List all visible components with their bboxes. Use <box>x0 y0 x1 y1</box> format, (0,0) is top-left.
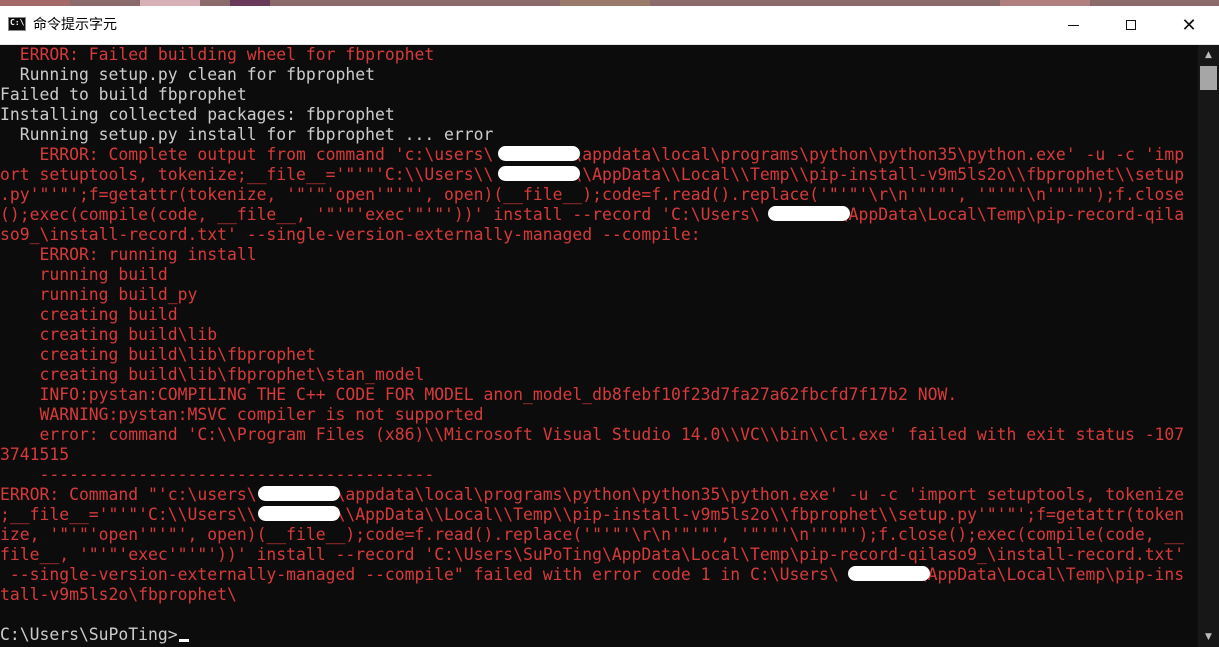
console-line: creating build\lib\fbprophet\stan_model <box>0 365 425 384</box>
console-line: Installing collected packages: fbprophet <box>0 105 395 124</box>
console-line: ;__file__='"'"'C:\\Users\\ \\AppData\\Lo… <box>0 505 1185 524</box>
console-line: ort setuptools, tokenize;__file__='"'"'C… <box>0 165 1185 184</box>
console-line: Running setup.py clean for fbprophet <box>0 65 375 84</box>
redaction-mark <box>498 166 580 181</box>
redaction-mark <box>848 566 930 581</box>
console-line: creating build\lib\fbprophet <box>0 345 316 364</box>
console-line: Running setup.py install for fbprophet .… <box>0 125 494 144</box>
redaction-mark <box>258 506 340 521</box>
text-cursor <box>178 639 189 642</box>
console-line: ERROR: Command "'c:\users\ \appdata\loca… <box>0 485 1185 504</box>
scrollbar-thumb[interactable] <box>1200 66 1217 90</box>
console-line: INFO:pystan:COMPILING THE C++ CODE FOR M… <box>0 385 958 404</box>
console-line: ERROR: Complete output from command 'c:\… <box>0 145 1185 164</box>
title-bar[interactable]: C:\ 命令提示字元 ✕ <box>0 6 1219 45</box>
redaction-mark <box>498 146 580 161</box>
cmd-window: C:\ 命令提示字元 ✕ C:\Users\SuPoTing> tall-v9m5… <box>0 6 1219 647</box>
console-line: ---------------------------------------- <box>0 465 435 484</box>
cmd-icon[interactable]: C:\ <box>8 17 26 31</box>
console-line: running build <box>0 265 168 284</box>
console-output[interactable]: C:\Users\SuPoTing> tall-v9m5ls2o\fbprophe… <box>0 45 1198 647</box>
console-line: WARNING:pystan:MSVC compiler is not supp… <box>0 405 484 424</box>
console-line: ize, '"'"'open'"'"', open)(__file__);cod… <box>0 525 1185 544</box>
close-button[interactable]: ✕ <box>1160 6 1218 44</box>
console-line: Failed to build fbprophet <box>0 85 247 104</box>
maximize-button[interactable] <box>1102 6 1160 44</box>
window-title: 命令提示字元 <box>33 17 117 33</box>
console-line: ERROR: running install <box>0 245 257 264</box>
console-line: ();exec(compile(code, __file__, '"'"'exe… <box>0 205 1185 224</box>
console-line: error: command 'C:\\Program Files (x86)\… <box>0 425 1185 444</box>
console-line: 3741515 <box>0 445 70 464</box>
maximize-icon <box>1126 20 1136 30</box>
console-line: ERROR: Failed building wheel for fbproph… <box>0 45 435 64</box>
console-line: .py'"'"';f=getattr(tokenize, '"'"'open'"… <box>0 185 1185 204</box>
minimize-button[interactable] <box>1044 6 1102 44</box>
console-line: running build_py <box>0 285 198 304</box>
close-icon: ✕ <box>1181 14 1197 36</box>
redaction-mark <box>768 206 850 221</box>
console-line: creating build\lib <box>0 325 218 344</box>
console-line: --single-version-externally-managed --co… <box>0 565 1185 584</box>
console-line: creating build <box>0 305 178 324</box>
console-line: C:\Users\SuPoTing> <box>0 625 189 645</box>
console-line: file__, '"'"'exec'"'"'))' install --reco… <box>0 545 1185 564</box>
vertical-scrollbar[interactable]: ▲ ▼ <box>1198 45 1219 647</box>
scroll-down-arrow-icon[interactable]: ▼ <box>1198 627 1219 647</box>
console-line: tall-v9m5ls2o\fbprophet\ <box>0 585 237 604</box>
scroll-up-arrow-icon[interactable]: ▲ <box>1198 45 1219 65</box>
redaction-mark <box>258 486 340 501</box>
console-line: so9_\install-record.txt' --single-versio… <box>0 225 701 244</box>
minimize-icon <box>1067 24 1079 26</box>
